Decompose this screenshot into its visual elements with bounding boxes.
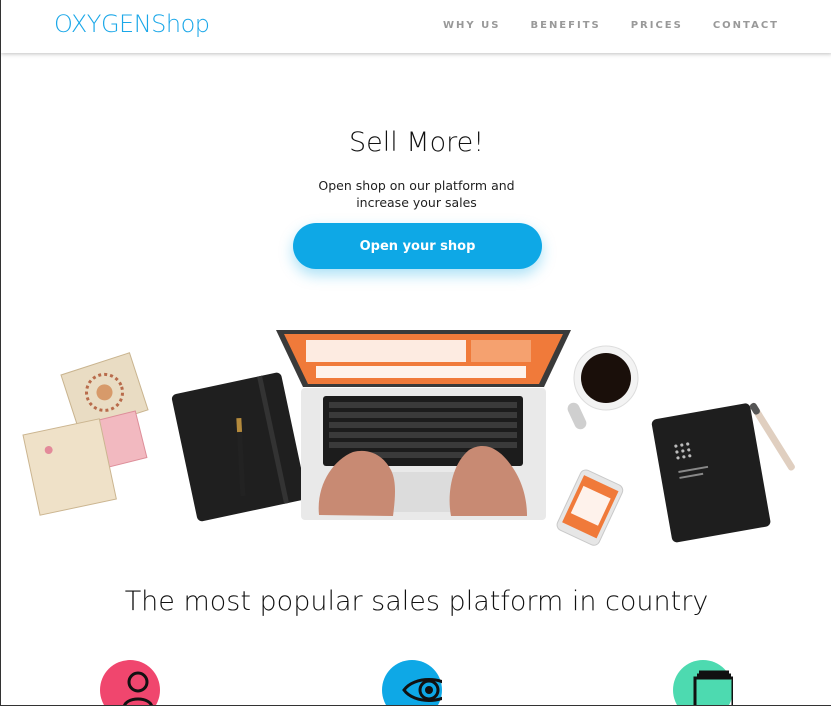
eye-icon (382, 660, 442, 705)
hero-illustration (22, 330, 795, 546)
page: OXYGENShop WHY US BENEFITS PRICES CONTAC… (0, 0, 831, 706)
hero-title: Sell More! (348, 127, 485, 158)
phone-image (556, 469, 624, 546)
hero-subtitle-line2: increase your sales (356, 195, 477, 210)
nav-benefits[interactable]: BENEFITS (530, 20, 600, 31)
hero-subtitle-line1: Open shop on our platform and (318, 178, 515, 193)
main-nav: WHY US BENEFITS PRICES CONTACT (443, 20, 779, 31)
nav-why-us[interactable]: WHY US (443, 20, 500, 31)
coffee-cup-image (567, 345, 639, 430)
hero-subtitle: Open shop on our platform and increase y… (1, 177, 831, 211)
open-shop-button[interactable]: Open your shop (293, 223, 542, 269)
logo[interactable]: OXYGENShop (54, 10, 210, 38)
stack-icon (673, 660, 733, 705)
nav-contact[interactable]: CONTACT (713, 20, 779, 31)
features-title: The most popular sales platform in count… (124, 586, 709, 617)
notecards-image (22, 352, 149, 516)
navbar: OXYGENShop WHY US BENEFITS PRICES CONTAC… (1, 0, 831, 53)
nav-prices[interactable]: PRICES (631, 20, 683, 31)
user-icon (100, 660, 160, 705)
notebook-left-image (171, 372, 307, 522)
notebook-right-image (651, 403, 771, 543)
laptop-image (276, 330, 571, 520)
